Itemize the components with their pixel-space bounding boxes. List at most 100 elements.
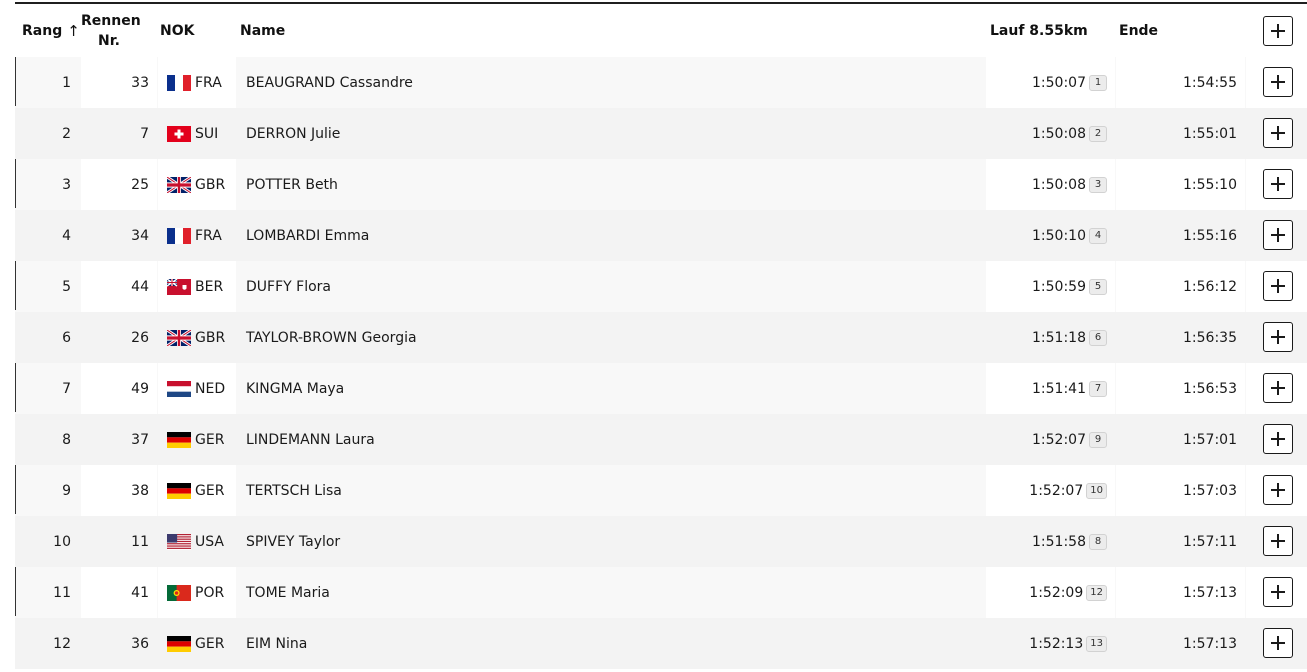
table-row[interactable]: 12 36 GER EIM Nina 1:52:13 13 1:57:13 <box>15 618 1307 669</box>
table-row[interactable]: 7 49 NED KINGMA Maya 1:51:41 7 1:56:53 <box>15 363 1307 414</box>
expand-row-button[interactable] <box>1263 577 1293 607</box>
end-time: 1:55:01 <box>1183 125 1237 142</box>
end-time-cell: 1:55:16 <box>1116 210 1245 261</box>
run-time-cell: 1:50:08 2 <box>986 108 1115 159</box>
bib-value: 38 <box>131 482 149 499</box>
bib-cell: 7 <box>81 108 157 159</box>
expand-row-button[interactable] <box>1263 628 1293 658</box>
table-row[interactable]: 2 7 SUI DERRON Julie 1:50:08 2 1:55:01 <box>15 108 1307 159</box>
table-row[interactable]: 3 25 GBR POTTER Beth 1:50:08 3 1:55:10 <box>15 159 1307 210</box>
noc-code: GBR <box>195 176 226 193</box>
run-rank-badge: 3 <box>1089 176 1107 193</box>
table-row[interactable]: 9 38 GER TERTSCH Lisa 1:52:07 10 1:57:03 <box>15 465 1307 516</box>
athlete-name-cell: DERRON Julie <box>237 108 985 159</box>
table-row[interactable]: 8 37 GER LINDEMANN Laura 1:52:07 9 1:57:01 <box>15 414 1307 465</box>
athlete-name: TAYLOR-BROWN Georgia <box>246 329 417 346</box>
end-time: 1:57:01 <box>1183 431 1237 448</box>
table-row[interactable]: 6 26 GBR TAYLOR-BROWN Georgia 1:51:18 6 1:56:3… <box>15 312 1307 363</box>
expand-all-button[interactable] <box>1263 16 1293 46</box>
expand-row-button[interactable] <box>1263 67 1293 97</box>
expand-row-button[interactable] <box>1263 220 1293 250</box>
bib-cell: 11 <box>81 516 157 567</box>
noc-code: GER <box>195 635 225 652</box>
noc-code: BER <box>195 278 224 295</box>
table-row[interactable]: 4 34 FRA LOMBARDI Emma 1:50:10 4 1:55:16 <box>15 210 1307 261</box>
run-time-cell: 1:50:08 3 <box>986 159 1115 210</box>
bib-header-line2: Nr. <box>98 32 120 49</box>
run-time: 1:50:59 <box>1032 278 1086 295</box>
run-time: 1:51:18 <box>1032 329 1086 346</box>
rank-value: 7 <box>62 380 71 397</box>
noc-cell: GER <box>158 465 236 516</box>
bib-cell: 38 <box>81 465 157 516</box>
expand-row-button[interactable] <box>1263 424 1293 454</box>
athlete-name-cell: TOME Maria <box>237 567 985 618</box>
end-time-cell: 1:55:01 <box>1116 108 1245 159</box>
noc-code: NED <box>195 380 226 397</box>
flag-fra-icon <box>167 227 191 244</box>
rank-value: 10 <box>53 533 71 550</box>
end-time-cell: 1:57:13 <box>1116 567 1245 618</box>
noc-code: USA <box>195 533 224 550</box>
rang-column-header[interactable]: Rang ↑ <box>22 4 80 57</box>
athlete-name-cell: KINGMA Maya <box>237 363 985 414</box>
bib-cell: 26 <box>81 312 157 363</box>
flag-fra-icon <box>167 74 191 91</box>
table-row[interactable]: 10 11 USA SPIVEY Taylor 1:51:58 8 1:57:11 <box>15 516 1307 567</box>
athlete-name: POTTER Beth <box>246 176 338 193</box>
table-row[interactable]: 1 33 FRA BEAUGRAND Cassandre 1:50:07 1 1:54:55 <box>15 57 1307 108</box>
flag-ned-icon <box>167 380 191 397</box>
run-time: 1:52:07 <box>1032 431 1086 448</box>
noc-cell: GER <box>158 618 236 669</box>
run-time-cell: 1:50:07 1 <box>986 57 1115 108</box>
noc-cell: USA <box>158 516 236 567</box>
athlete-name: LOMBARDI Emma <box>246 227 370 244</box>
run-time: 1:50:10 <box>1032 227 1086 244</box>
athlete-name: DERRON Julie <box>246 125 341 142</box>
noc-code: SUI <box>195 125 219 142</box>
table-row[interactable]: 11 41 POR TOME Maria 1:52:09 12 1:57:13 <box>15 567 1307 618</box>
bib-value: 44 <box>131 278 149 295</box>
run-rank-badge: 5 <box>1089 278 1107 295</box>
bib-cell: 37 <box>81 414 157 465</box>
end-time-cell: 1:56:12 <box>1116 261 1245 312</box>
expand-row-button[interactable] <box>1263 118 1293 148</box>
expand-row-button[interactable] <box>1263 271 1293 301</box>
flag-usa-icon <box>167 533 191 550</box>
end-column-header: Ende <box>1119 22 1159 39</box>
end-time: 1:55:10 <box>1183 176 1237 193</box>
end-time-cell: 1:57:11 <box>1116 516 1245 567</box>
end-time-cell: 1:57:01 <box>1116 414 1245 465</box>
bib-cell: 41 <box>81 567 157 618</box>
noc-code: FRA <box>195 227 222 244</box>
bib-value: 7 <box>140 125 149 142</box>
rank-value: 1 <box>62 74 71 91</box>
bib-value: 37 <box>131 431 149 448</box>
noc-code: FRA <box>195 74 222 91</box>
athlete-name: KINGMA Maya <box>246 380 345 397</box>
results-table: Rang ↑ Rennen Nr. NOK Name Lauf 8.55km E… <box>0 0 1307 672</box>
end-time-cell: 1:56:53 <box>1116 363 1245 414</box>
run-time-cell: 1:51:58 8 <box>986 516 1115 567</box>
athlete-name: TOME Maria <box>246 584 330 601</box>
expand-row-button[interactable] <box>1263 169 1293 199</box>
end-time: 1:54:55 <box>1183 74 1237 91</box>
rank-value: 3 <box>62 176 71 193</box>
run-time-cell: 1:52:07 10 <box>986 465 1115 516</box>
rank-value: 11 <box>53 584 71 601</box>
rank-cell: 10 <box>15 516 71 567</box>
end-time-cell: 1:57:03 <box>1116 465 1245 516</box>
expand-row-button[interactable] <box>1263 475 1293 505</box>
run-time: 1:50:07 <box>1032 74 1086 91</box>
athlete-name: TERTSCH Lisa <box>246 482 342 499</box>
athlete-name-cell: LINDEMANN Laura <box>237 414 985 465</box>
expand-row-button[interactable] <box>1263 373 1293 403</box>
noc-cell: FRA <box>158 210 236 261</box>
flag-por-icon <box>167 584 191 601</box>
run-time: 1:51:58 <box>1032 533 1086 550</box>
expand-row-button[interactable] <box>1263 526 1293 556</box>
noc-cell: GBR <box>158 312 236 363</box>
expand-row-button[interactable] <box>1263 322 1293 352</box>
table-row[interactable]: 5 44 BER DUFFY Flora 1:50:59 5 1:56:12 <box>15 261 1307 312</box>
bib-value: 41 <box>131 584 149 601</box>
